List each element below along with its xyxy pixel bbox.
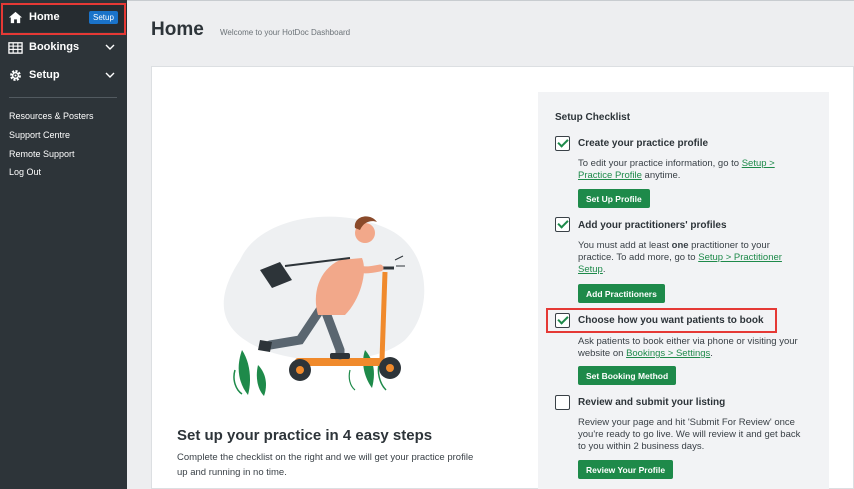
sidebar-item-home[interactable]: Home Setup (0, 4, 127, 32)
item-desc-practitioners: You must add at least one practitioner t… (578, 240, 782, 275)
item-desc-review-listing: Review your page and hit 'Submit For Rev… (578, 417, 801, 452)
item-desc-booking-method: Ask patients to book either via phone or… (578, 336, 798, 359)
item-title-practice-profile: Create your practice profile (578, 138, 709, 149)
set-up-profile-button[interactable]: Set Up Profile (578, 189, 650, 208)
checkbox-booking-method[interactable] (555, 313, 570, 328)
set-booking-method-button[interactable]: Set Booking Method (578, 366, 677, 385)
item-title-booking-method: Choose how you want patients to book (578, 315, 764, 326)
checkbox-practice-profile[interactable] (555, 136, 570, 151)
header-border (127, 0, 854, 1)
checkbox-practitioners[interactable] (555, 217, 570, 232)
checklist-title: Setup Checklist (555, 112, 631, 123)
sidebar-item-label: Setup (29, 69, 60, 81)
checkbox-review-listing[interactable] (555, 395, 570, 410)
gear-icon (10, 70, 21, 81)
sidebar-item-label: Home (29, 11, 60, 23)
item-title-review-listing: Review and submit your listing (578, 397, 726, 408)
link-log-out[interactable]: Log Out (9, 167, 41, 177)
item-title-practitioners: Add your practitioners' profiles (578, 220, 727, 231)
setup-badge: Setup (89, 11, 118, 24)
calendar-grid-icon (8, 42, 23, 54)
main-heading: Set up your practice in 4 easy steps (177, 427, 433, 444)
sidebar-item-bookings[interactable]: Bookings (0, 34, 127, 62)
link-bookings-settings[interactable]: Bookings > Settings (626, 348, 710, 359)
page-subtitle: Welcome to your HotDoc Dashboard (220, 28, 351, 37)
link-resources-posters[interactable]: Resources & Posters (9, 111, 94, 121)
page-title: Home (151, 19, 204, 40)
item-desc-practice-profile: To edit your practice information, go to… (578, 158, 775, 181)
link-remote-support[interactable]: Remote Support (9, 149, 75, 159)
sidebar: Home Setup Bookings Setup Resources & Po… (0, 0, 127, 489)
add-practitioners-button[interactable]: Add Practitioners (578, 284, 665, 303)
link-support-centre[interactable]: Support Centre (9, 130, 70, 140)
main-description: Complete the checklist on the right and … (177, 452, 474, 478)
sidebar-item-label: Bookings (29, 41, 80, 53)
chevron-down-icon[interactable] (105, 71, 115, 79)
chevron-down-icon[interactable] (105, 43, 115, 51)
scooter-illustration (223, 216, 425, 396)
review-your-profile-button[interactable]: Review Your Profile (578, 460, 674, 479)
sidebar-divider (9, 97, 117, 98)
home-icon (8, 11, 23, 24)
sidebar-item-setup[interactable]: Setup (0, 62, 127, 90)
